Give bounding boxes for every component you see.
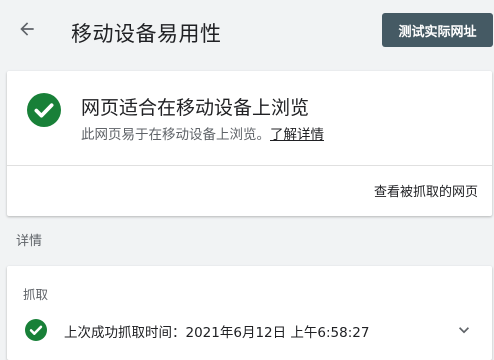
page-title: 移动设备易用性	[71, 22, 222, 46]
last-crawl-row[interactable]: 上次成功抓取时间：2021年6月12日 上午6:58:27	[7, 312, 492, 348]
crawl-heading: 抓取	[23, 287, 49, 302]
view-crawled-page-button[interactable]: 查看被抓取的网页	[374, 181, 478, 200]
result-subtitle-text: 此网页易于在移动设备上浏览。	[81, 127, 270, 143]
app-header: 移动设备易用性 测试实际网址	[0, 0, 494, 62]
arrow-back-icon	[20, 22, 34, 36]
check-circle-icon	[27, 93, 61, 127]
back-button[interactable]	[12, 14, 42, 44]
chevron-down-icon[interactable]	[454, 320, 474, 340]
result-title: 网页适合在移动设备上浏览	[81, 97, 310, 119]
result-subtitle: 此网页易于在移动设备上浏览。了解详情	[81, 123, 324, 143]
crawl-details-card: 抓取 上次成功抓取时间：2021年6月12日 上午6:58:27	[7, 266, 492, 360]
last-crawl-value: 2021年6月12日 上午6:58:27	[185, 325, 370, 341]
details-section-label: 详情	[16, 234, 43, 249]
check-circle-icon	[25, 319, 47, 341]
last-crawl-text: 上次成功抓取时间：2021年6月12日 上午6:58:27	[64, 321, 369, 341]
test-live-url-button[interactable]: 测试实际网址	[382, 13, 493, 47]
last-crawl-label: 上次成功抓取时间：	[64, 325, 186, 341]
card-divider	[7, 165, 492, 166]
mobile-usability-result-card: 网页适合在移动设备上浏览 此网页易于在移动设备上浏览。了解详情 查看被抓取的网页	[7, 71, 492, 216]
learn-more-link[interactable]: 了解详情	[270, 127, 324, 143]
